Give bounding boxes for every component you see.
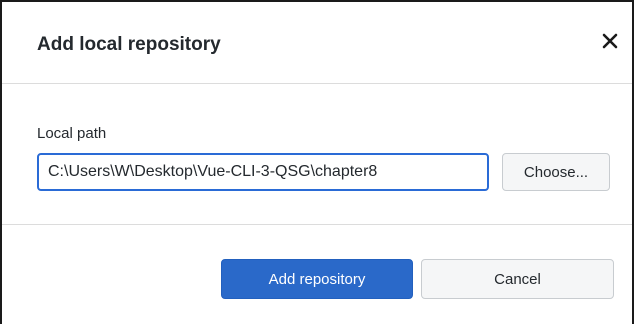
dialog-title: Add local repository <box>37 34 221 55</box>
add-local-repository-dialog: Add local repository Local path Choose..… <box>0 0 634 324</box>
cancel-button[interactable]: Cancel <box>421 259 614 299</box>
dialog-header: Add local repository <box>2 2 632 84</box>
close-icon[interactable] <box>599 30 621 52</box>
local-path-label: Local path <box>37 125 107 142</box>
dialog-footer: Add repository Cancel <box>2 226 632 326</box>
local-path-input[interactable] <box>37 153 489 191</box>
dialog-body: Local path Choose... <box>2 85 632 225</box>
choose-button[interactable]: Choose... <box>502 153 610 191</box>
add-repository-button[interactable]: Add repository <box>221 259 413 299</box>
